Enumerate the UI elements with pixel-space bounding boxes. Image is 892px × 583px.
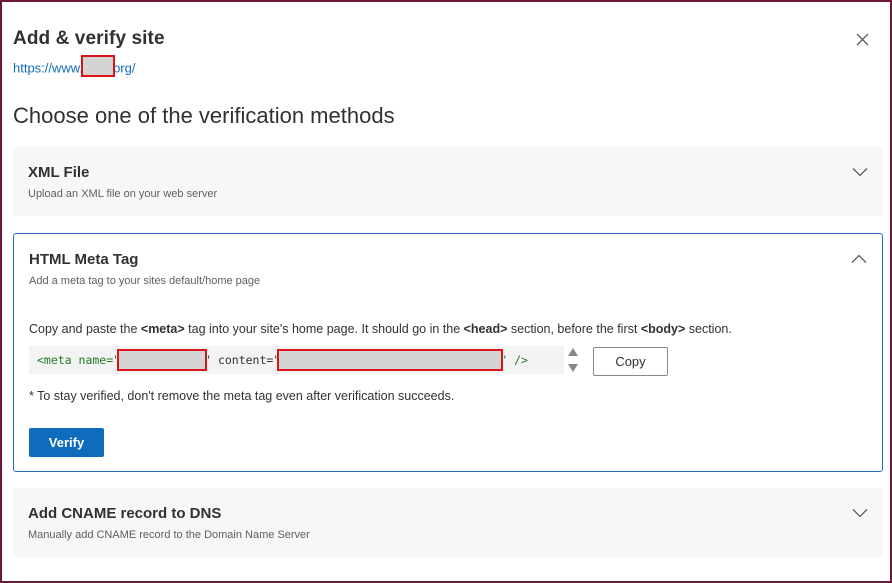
method-title: Add CNAME record to DNS <box>28 505 222 522</box>
meta-tag-code[interactable]: <meta name=" " content=" " /> <box>29 346 564 374</box>
page-heading: Choose one of the verification methods <box>13 103 395 128</box>
method-subtitle: Add a meta tag to your sites default/hom… <box>29 275 261 287</box>
instr-tag-head: <head> <box>463 322 508 336</box>
triangle-up-icon[interactable] <box>567 347 579 357</box>
instr-text-1: Copy and paste the <box>29 322 141 336</box>
expand-button[interactable] <box>851 504 869 522</box>
verification-note: * To stay verified, don't remove the met… <box>29 389 455 403</box>
triangle-down-icon[interactable] <box>567 363 579 373</box>
method-cname-record[interactable]: Add CNAME record to DNS Manually add CNA… <box>13 488 883 557</box>
dialog-title: Add & verify site <box>13 28 165 49</box>
redacted-meta-name <box>117 349 208 371</box>
method-title: HTML Meta Tag <box>29 251 139 268</box>
dialog-frame: Add & verify site https://www. org/ Choos… <box>0 0 892 583</box>
code-mid: " content=" <box>204 353 281 367</box>
method-xml-file[interactable]: XML File Upload an XML file on your web … <box>13 147 883 216</box>
expand-button[interactable] <box>851 163 869 181</box>
instr-text-2: tag into your site's home page. It shoul… <box>184 322 464 336</box>
collapse-button[interactable] <box>850 250 868 268</box>
copy-button[interactable]: Copy <box>593 347 668 376</box>
code-close: " /> <box>500 353 528 367</box>
close-icon <box>856 33 868 45</box>
dialog-header: Add & verify site https://www. org/ <box>13 28 883 77</box>
method-title: XML File <box>28 164 90 181</box>
instr-tag-body: <body> <box>640 322 686 336</box>
method-html-meta-tag: HTML Meta Tag Add a meta tag to your sit… <box>13 233 883 472</box>
code-scroll-spinner[interactable] <box>567 347 579 373</box>
redacted-meta-content <box>277 349 504 371</box>
chevron-down-icon <box>852 168 868 177</box>
meta-instructions: Copy and paste the <meta> tag into your … <box>29 322 732 336</box>
site-url-prefix: https://www. <box>13 60 84 76</box>
chevron-up-icon <box>851 254 867 263</box>
code-open: <meta name=" <box>37 353 121 367</box>
close-button[interactable] <box>851 28 873 50</box>
site-url-link[interactable]: https://www. org/ <box>13 55 136 78</box>
verify-button[interactable]: Verify <box>29 428 104 457</box>
redacted-domain <box>81 55 116 77</box>
site-url-suffix: org/ <box>113 60 136 76</box>
method-subtitle: Upload an XML file on your web server <box>28 188 218 200</box>
instr-text-3: section, before the first <box>507 322 641 336</box>
chevron-down-icon <box>852 509 868 518</box>
method-subtitle: Manually add CNAME record to the Domain … <box>28 529 310 541</box>
instr-tag-meta: <meta> <box>140 322 185 336</box>
instr-text-4: section. <box>685 322 732 336</box>
